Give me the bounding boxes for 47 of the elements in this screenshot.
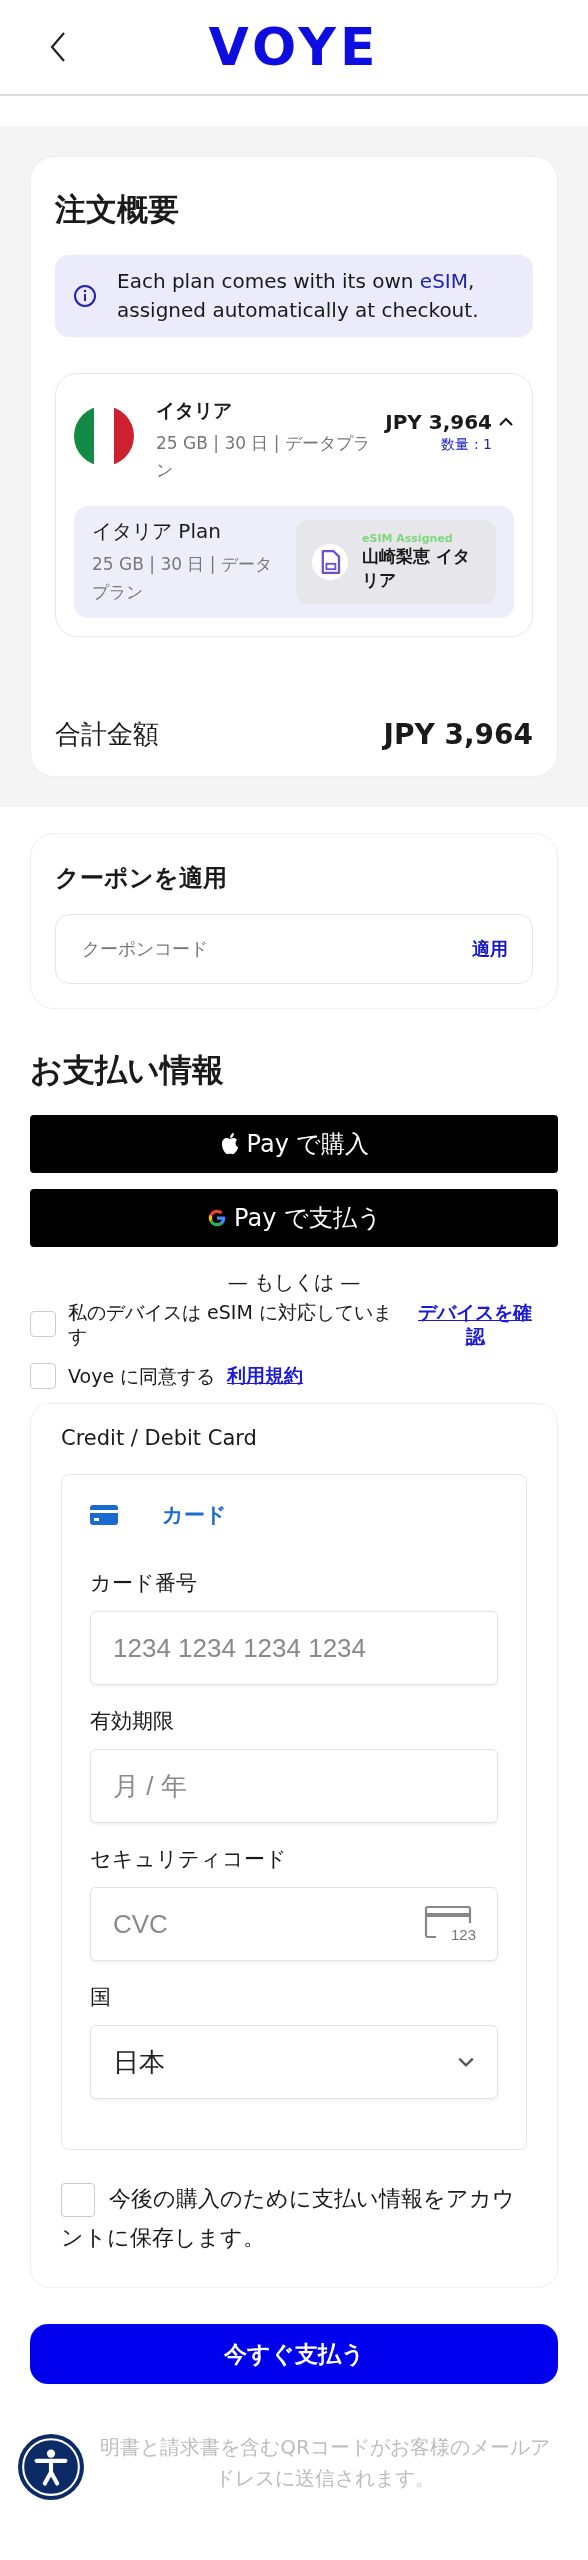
sim-card-icon [312, 544, 348, 581]
plan-details: 25 GB | 30 日 | データプラン [92, 553, 273, 604]
apple-pay-button[interactable]: Pay で購入 [30, 1114, 558, 1173]
chevron-up-icon[interactable] [498, 417, 514, 427]
plan-name: イタリア Plan [92, 518, 222, 546]
back-icon[interactable] [48, 30, 68, 64]
info-text: Each plan comes with its own eSIM, assigned automatically at checkout. [117, 268, 480, 324]
country-name: イタリア [156, 398, 233, 423]
info-icon [73, 284, 97, 308]
total-label: 合計金額 [55, 717, 159, 751]
section-title: お支払い情報 [30, 1049, 225, 1091]
checkbox[interactable] [30, 1363, 56, 1390]
accessibility-icon[interactable] [18, 2434, 84, 2501]
checkbox-label: 私のデバイスは eSIM に対応しています [68, 1299, 393, 1350]
coupon-title: クーポンを適用 [55, 862, 228, 894]
section-title: 注文概要 [55, 190, 180, 229]
checkbox-label: Voye に同意する [68, 1363, 216, 1389]
esim-status: eSIM Assigned [362, 531, 454, 545]
google-pay-button[interactable]: Pay で支払う [30, 1188, 558, 1247]
separator-text: — もしくは — [226, 1268, 362, 1296]
country-select[interactable]: 日本 [90, 2025, 498, 2100]
card-tab[interactable]: カード [90, 1501, 498, 1530]
coupon-field[interactable]: クーポンコード 適用 [55, 913, 533, 984]
flag-icon [74, 406, 134, 466]
payment-method-title: Credit / Debit Card [61, 1426, 258, 1451]
logo[interactable]: VOYE [208, 21, 380, 73]
check-device-link[interactable]: デバイスを確認 [410, 1299, 540, 1350]
field-label: 国 [90, 1984, 112, 2012]
checkbox[interactable] [30, 1311, 56, 1338]
footer-note: 明書と請求書を含むQRコードがお客様のメールアドレスに送信されます。 [99, 2434, 551, 2493]
apply-link[interactable]: 適用 [472, 936, 508, 961]
plan-details: 25 GB | 30 日 | データプラン [156, 432, 371, 483]
item-price: JPY 3,964 [385, 410, 492, 434]
chevron-down-icon [457, 2056, 475, 2069]
text-field[interactable]: 1234 1234 1234 1234 [90, 1611, 498, 1686]
save-info-label: 今後の購入のために支払い情報をアカウントに保存します。 [61, 2180, 527, 2258]
field-label: セキュリティコード [90, 1846, 288, 1874]
total-amount: JPY 3,964 [383, 717, 533, 751]
pay-now-button[interactable]: 今すぐ支払う [30, 2324, 558, 2385]
field-label: カード番号 [90, 1570, 198, 1598]
quantity-label: 数量 : 1 [440, 436, 492, 454]
esim-owner: 山崎梨恵 イタリア [362, 544, 471, 592]
field-label: 有効期限 [90, 1708, 175, 1736]
credit-card-icon [90, 1505, 118, 1526]
checkbox[interactable] [61, 2183, 95, 2218]
text-field[interactable]: 月 / 年 [90, 1749, 498, 1824]
terms-link[interactable]: 利用規約 [227, 1363, 304, 1390]
